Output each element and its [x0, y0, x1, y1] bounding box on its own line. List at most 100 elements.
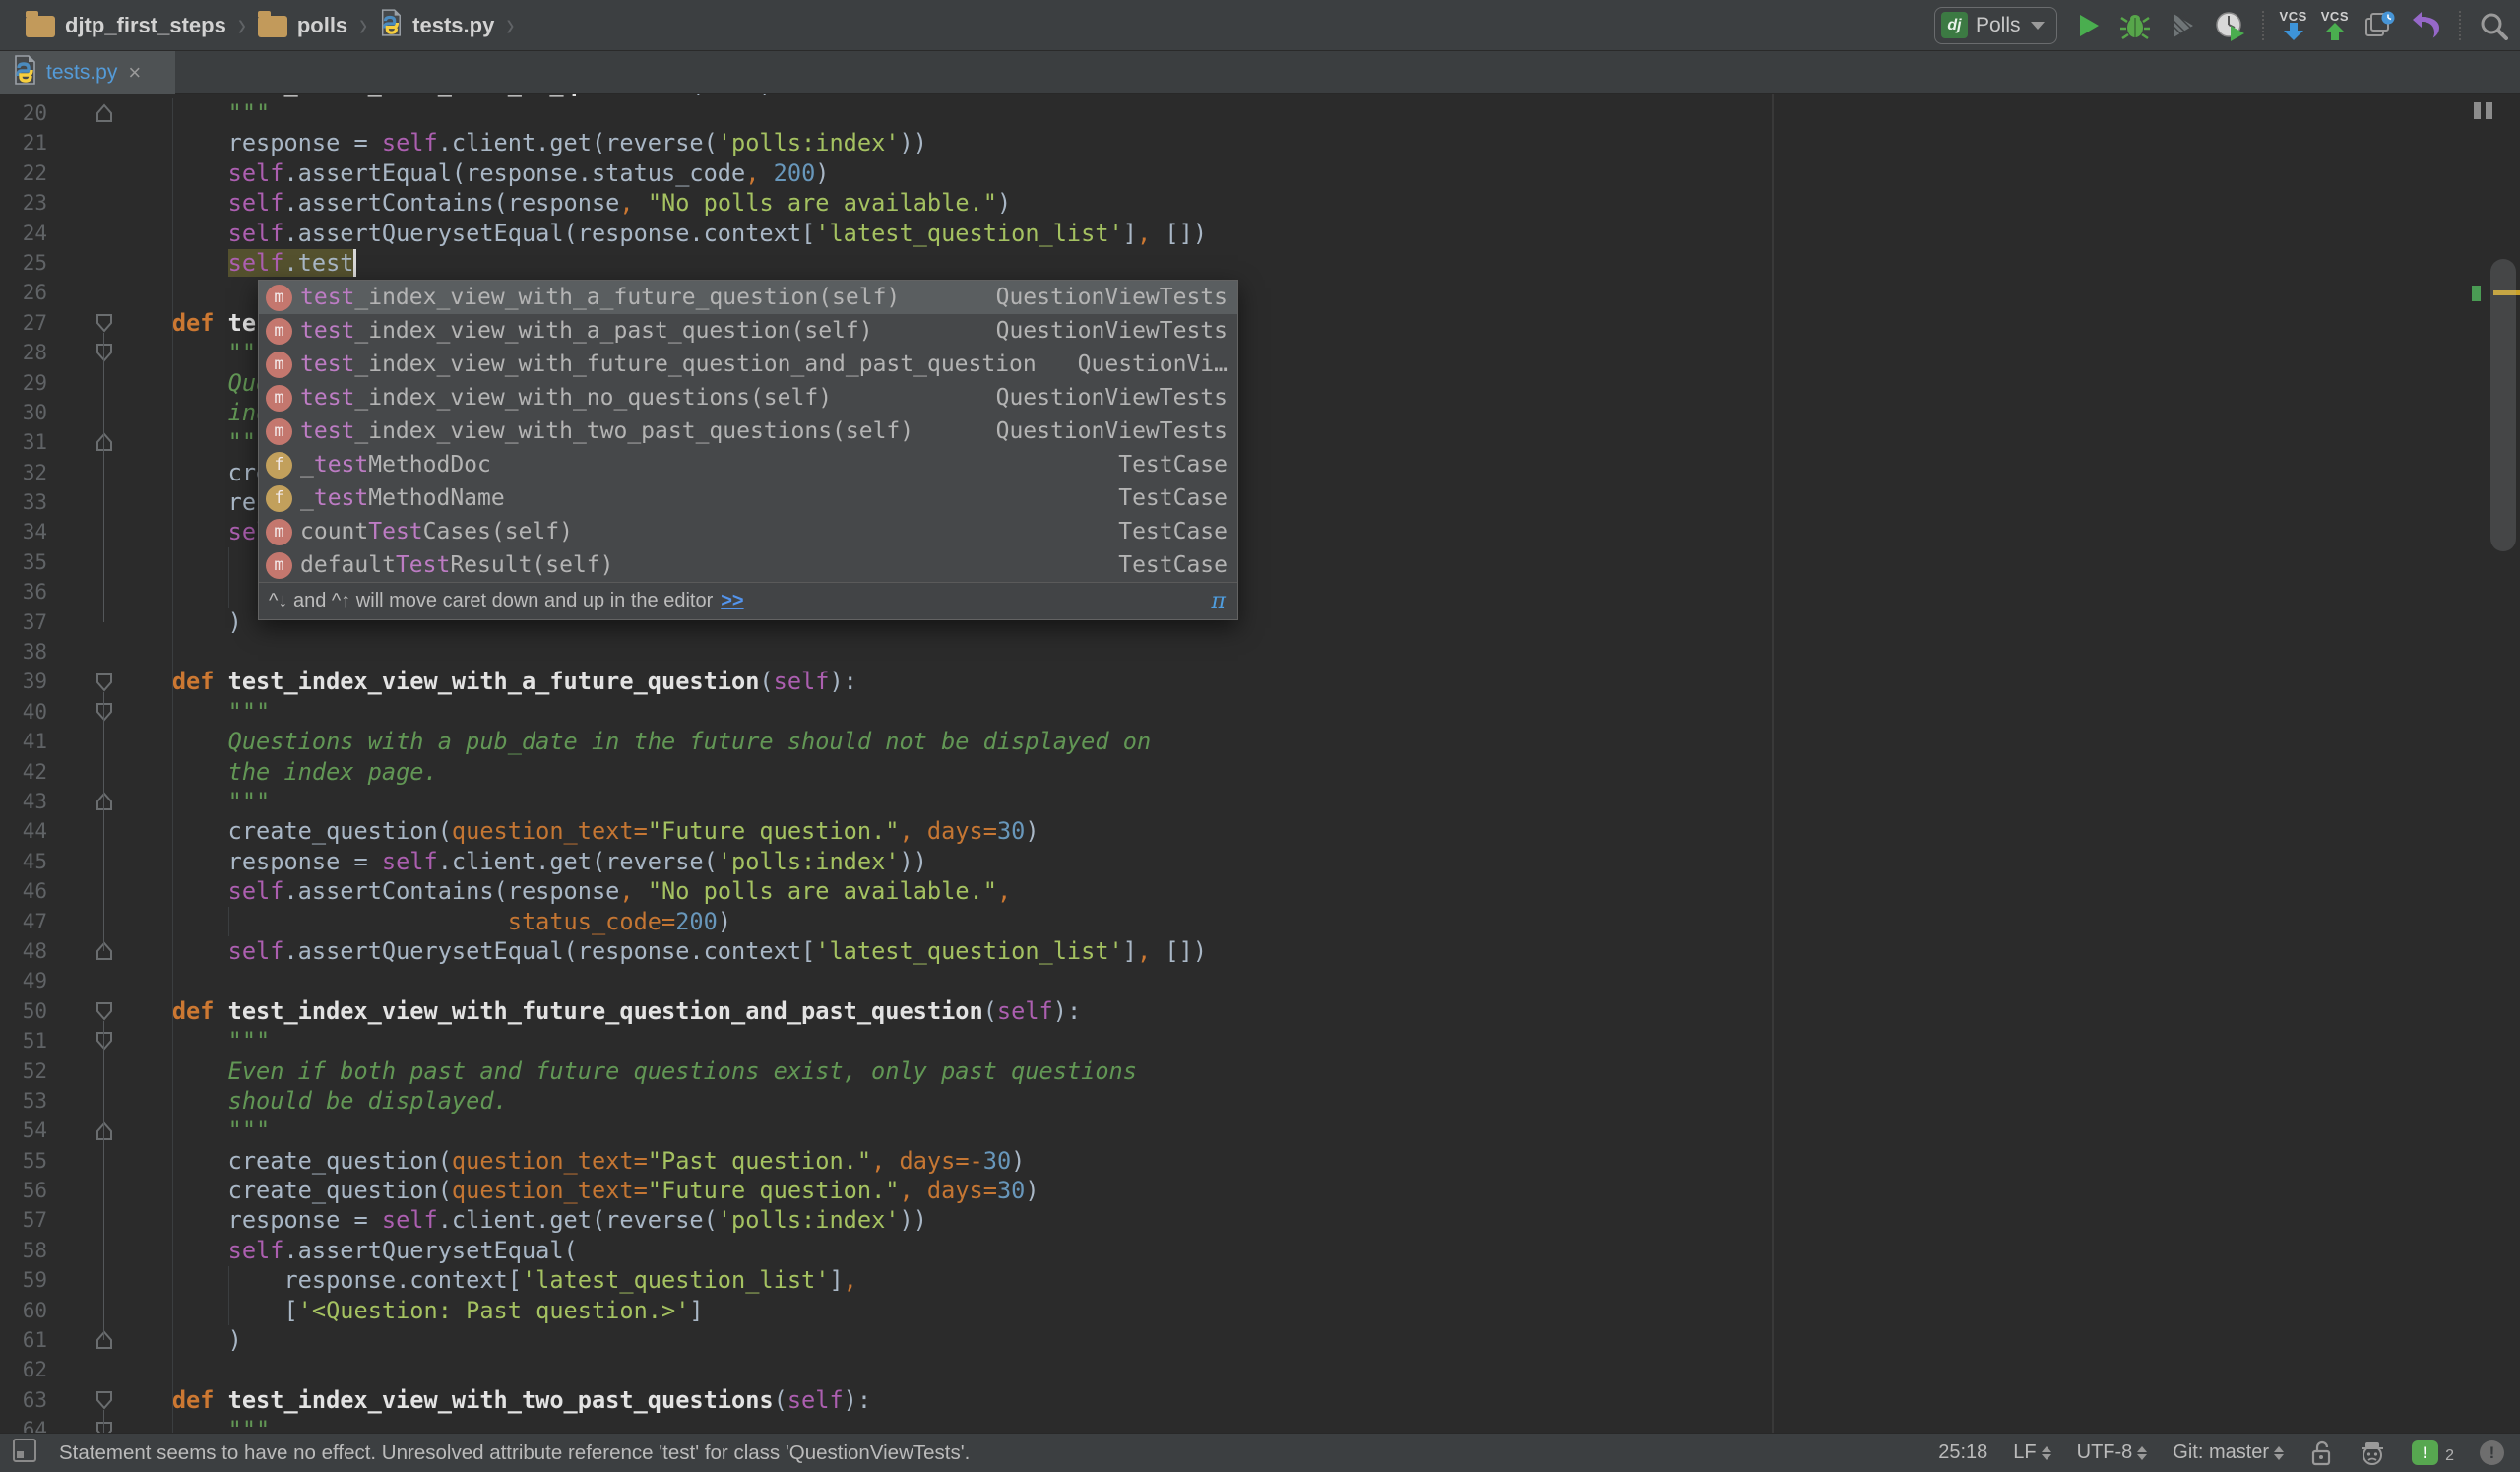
line-number[interactable]: 54 — [0, 1116, 47, 1145]
toolwindow-toggle-icon[interactable] — [12, 1438, 37, 1469]
code-text[interactable]: Even if both past and future questions e… — [116, 1056, 1137, 1086]
line-number[interactable]: 25 — [0, 248, 47, 278]
line-number[interactable]: 34 — [0, 517, 47, 546]
encoding-widget[interactable]: UTF-8 — [2077, 1441, 2148, 1464]
code-text[interactable]: create_question(question_text="Past ques… — [116, 1146, 1026, 1176]
code-text[interactable]: response = self.client.get(reverse('poll… — [116, 1205, 927, 1235]
notification-bubble-icon[interactable]: ! — [2412, 1440, 2439, 1465]
completion-item[interactable]: f _testMethodDoc TestCase — [259, 448, 1237, 481]
line-number[interactable]: 46 — [0, 876, 47, 906]
fold-marker-icon[interactable] — [95, 672, 113, 692]
line-number[interactable]: 41 — [0, 727, 47, 756]
code-text[interactable]: def test_index_view_with_two_past_questi… — [116, 1385, 871, 1415]
lock-icon[interactable] — [2309, 1440, 2333, 1466]
code-line[interactable]: 63 def test_index_view_with_two_past_que… — [0, 1385, 2520, 1415]
line-number[interactable]: 62 — [0, 1355, 47, 1384]
line-number[interactable]: 51 — [0, 1026, 47, 1056]
event-log-notification[interactable]: ! 2 — [2412, 1440, 2454, 1465]
line-number[interactable]: 33 — [0, 487, 47, 517]
code-line[interactable]: 60 ['<Question: Past question.>'] — [0, 1296, 2520, 1325]
code-text[interactable]: create_question(question_text="Future qu… — [116, 816, 1040, 846]
code-line[interactable]: 41 Questions with a pub_date in the futu… — [0, 727, 2520, 756]
code-text[interactable]: """ — [116, 427, 271, 457]
profiler-button[interactable] — [2213, 9, 2246, 42]
code-line[interactable]: 56 create_question(question_text="Future… — [0, 1176, 2520, 1205]
code-line[interactable]: 43 """ — [0, 787, 2520, 816]
tab-tests-py[interactable]: tests.py × — [0, 51, 175, 94]
code-line[interactable]: 52 Even if both past and future question… — [0, 1056, 2520, 1086]
fold-marker-icon[interactable] — [95, 702, 113, 722]
fold-marker-icon[interactable] — [95, 103, 113, 123]
code-line[interactable]: 62 — [0, 1355, 2520, 1384]
fold-marker-icon[interactable] — [95, 313, 113, 333]
line-number[interactable]: 40 — [0, 697, 47, 727]
code-text[interactable]: def test_index_view_with_a_future_questi… — [116, 667, 857, 696]
code-text[interactable]: """ — [116, 697, 271, 727]
vcs-update-button[interactable]: VCS — [2280, 10, 2307, 40]
code-line[interactable]: 40 """ — [0, 697, 2520, 727]
vcs-commit-button[interactable]: VCS — [2321, 10, 2349, 40]
code-text[interactable]: status_code=200) — [116, 907, 731, 936]
line-number[interactable]: 43 — [0, 787, 47, 816]
code-text[interactable]: should be displayed. — [116, 1086, 508, 1116]
code-line[interactable]: 53 should be displayed. — [0, 1086, 2520, 1116]
code-line[interactable]: 51 """ — [0, 1026, 2520, 1056]
code-text[interactable]: Questions with a pub_date in the future … — [116, 727, 1152, 756]
line-number[interactable]: 60 — [0, 1296, 47, 1325]
line-number[interactable]: 30 — [0, 398, 47, 427]
breadcrumb-item[interactable]: djtp_first_steps — [26, 10, 226, 38]
line-number[interactable]: 24 — [0, 219, 47, 248]
line-number[interactable]: 61 — [0, 1325, 47, 1355]
code-text[interactable]: the index page. — [116, 757, 438, 787]
line-number[interactable]: 52 — [0, 1056, 47, 1086]
code-line[interactable]: 50 def test_index_view_with_future_quest… — [0, 996, 2520, 1026]
line-number[interactable]: 38 — [0, 637, 47, 667]
line-number[interactable]: 44 — [0, 816, 47, 846]
code-text[interactable]: self.assertContains(response, "No polls … — [116, 188, 1012, 218]
code-line[interactable]: 42 the index page. — [0, 757, 2520, 787]
completion-hint-link[interactable]: >> — [721, 590, 743, 612]
line-number[interactable]: 59 — [0, 1265, 47, 1295]
code-line[interactable]: 44 create_question(question_text="Future… — [0, 816, 2520, 846]
ide-error-icon[interactable]: ! — [2480, 1440, 2504, 1465]
code-text[interactable]: ) — [116, 1325, 242, 1355]
line-number[interactable]: 47 — [0, 907, 47, 936]
code-line[interactable]: 25 self.test — [0, 248, 2520, 278]
completion-item[interactable]: m test_index_view_with_future_question_an… — [259, 348, 1237, 381]
line-number[interactable]: 42 — [0, 757, 47, 787]
code-text[interactable]: ) — [116, 608, 242, 637]
code-line[interactable]: 54 """ — [0, 1116, 2520, 1145]
caret-position-widget[interactable]: 25:18 — [1938, 1441, 1987, 1464]
code-text[interactable]: self.test — [116, 248, 354, 278]
code-text[interactable]: """ — [116, 1026, 271, 1056]
debug-button[interactable] — [2118, 9, 2152, 42]
line-number[interactable]: 21 — [0, 128, 47, 158]
line-number[interactable]: 48 — [0, 936, 47, 966]
code-line[interactable]: 20 """ — [0, 98, 2520, 128]
line-number[interactable]: 63 — [0, 1385, 47, 1415]
completion-item[interactable]: m test_index_view_with_two_past_questions… — [259, 415, 1237, 448]
code-text[interactable]: self.assertEqual(response.status_code, 2… — [116, 159, 830, 188]
line-number[interactable]: 53 — [0, 1086, 47, 1116]
code-line[interactable]: 39 def test_index_view_with_a_future_que… — [0, 667, 2520, 696]
line-number[interactable]: 58 — [0, 1236, 47, 1265]
line-number[interactable]: 56 — [0, 1176, 47, 1205]
completion-item[interactable]: m defaultTestResult(self) TestCase — [259, 548, 1237, 582]
git-branch-widget[interactable]: Git: master — [2173, 1441, 2285, 1464]
line-separator-widget[interactable]: LF — [2013, 1441, 2051, 1464]
code-line[interactable]: 23 self.assertContains(response, "No pol… — [0, 188, 2520, 218]
breadcrumb-item[interactable]: polls — [257, 10, 347, 38]
line-number[interactable]: 23 — [0, 188, 47, 218]
line-number[interactable]: 50 — [0, 996, 47, 1026]
code-text[interactable]: response = self.client.get(reverse('poll… — [116, 128, 927, 158]
fold-marker-icon[interactable] — [95, 432, 113, 452]
line-number[interactable]: 32 — [0, 458, 47, 487]
line-number[interactable]: 49 — [0, 966, 47, 995]
local-history-button[interactable] — [2362, 9, 2396, 42]
code-text[interactable]: response = self.client.get(reverse('poll… — [116, 847, 927, 876]
completion-item[interactable]: f _testMethodName TestCase — [259, 481, 1237, 515]
code-text[interactable]: self.assertContains(response, "No polls … — [116, 876, 1012, 906]
fold-marker-icon[interactable] — [95, 1001, 113, 1021]
completion-item[interactable]: m test_index_view_with_no_questions(self)… — [259, 381, 1237, 415]
code-line[interactable]: 59 response.context['latest_question_lis… — [0, 1265, 2520, 1295]
